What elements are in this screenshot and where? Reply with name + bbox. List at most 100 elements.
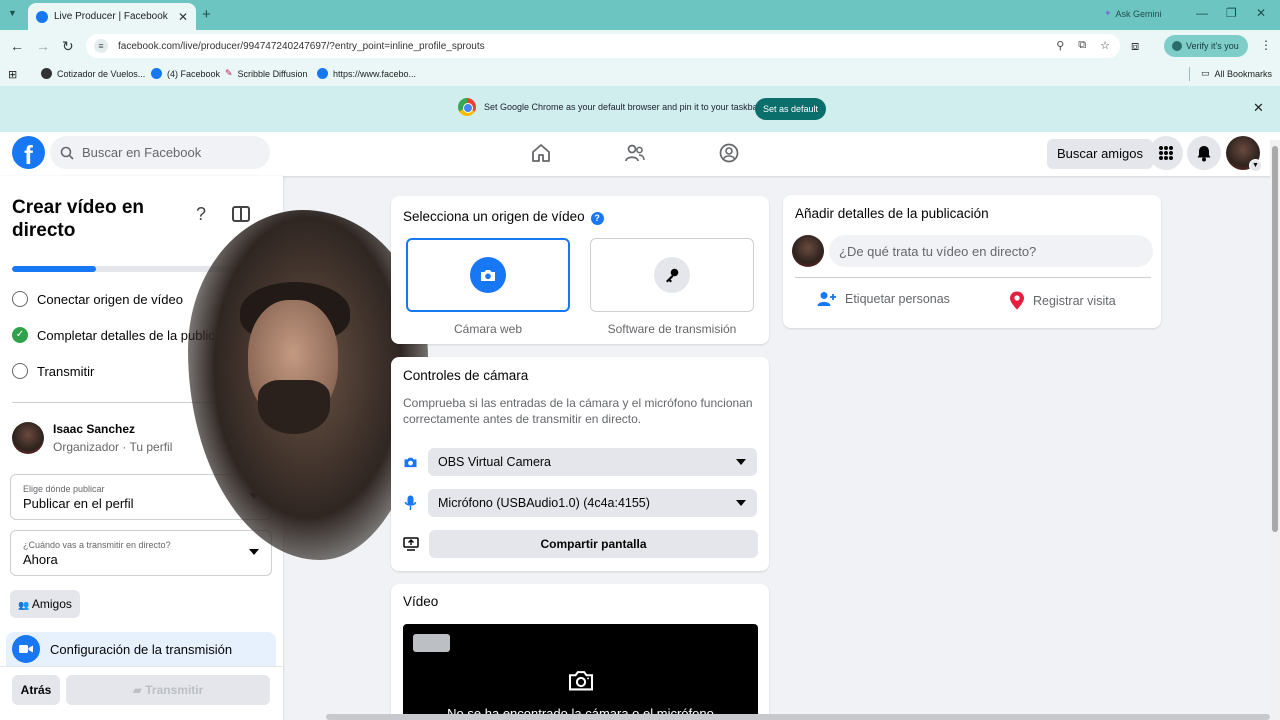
default-browser-infobar: Set Google Chrome as your default browse… xyxy=(0,86,1280,132)
find-friends-button[interactable]: Buscar amigos xyxy=(1047,139,1153,169)
location-pin-icon xyxy=(1010,291,1024,310)
microphone-select[interactable]: Micrófono (USBAudio1.0) (4c4a:4155) xyxy=(428,489,757,517)
tag-people-label: Etiquetar personas xyxy=(845,292,950,306)
install-app-icon[interactable]: ⧉ xyxy=(1078,39,1086,52)
bookmark-item[interactable]: ✎ Scribble Diffusion xyxy=(225,68,307,79)
checkmark-icon: ✓ xyxy=(12,327,28,343)
go-live-button[interactable]: ▰ Transmitir xyxy=(66,675,270,705)
organizer-role: Organizador · Tu perfil xyxy=(53,440,173,454)
browser-menu-icon[interactable]: ⋮ xyxy=(1260,38,1272,52)
help-icon[interactable]: ? xyxy=(590,212,604,225)
camera-outline-icon xyxy=(568,671,594,691)
address-bar[interactable]: ≡ facebook.com/live/producer/99474724024… xyxy=(86,34,1120,58)
friends-icon[interactable] xyxy=(624,142,646,164)
all-bookmarks-button[interactable]: ▭ All Bookmarks xyxy=(1201,68,1272,79)
tab-title: Live Producer | Facebook xyxy=(54,11,168,22)
bookmark-label: https://www.facebo... xyxy=(333,68,417,79)
camera-icon xyxy=(470,257,506,293)
facebook-search[interactable] xyxy=(50,136,270,169)
home-icon[interactable] xyxy=(530,142,552,164)
stream-settings-item[interactable]: Configuración de la transmisión xyxy=(6,632,276,666)
dropdown-caret-icon xyxy=(249,549,259,555)
bell-icon xyxy=(1197,145,1211,161)
page-scrollbar[interactable] xyxy=(1270,140,1280,720)
webcam-beard xyxy=(258,380,330,434)
minimize-icon[interactable]: — xyxy=(1196,6,1208,20)
video-source-title-text: Selecciona un origen de vídeo xyxy=(403,209,585,224)
bookmark-label: Cotizador de Vuelos... xyxy=(57,68,146,79)
maximize-icon[interactable]: ❐ xyxy=(1226,6,1237,20)
site-info-icon[interactable]: ≡ xyxy=(94,39,108,53)
audience-label: Amigos xyxy=(31,597,72,611)
bookmark-favicon-icon xyxy=(41,68,52,79)
share-screen-row: Compartir pantalla xyxy=(403,530,758,558)
horizontal-scrollbar[interactable] xyxy=(326,714,1270,720)
infobar-close-icon[interactable]: ✕ xyxy=(1253,100,1264,116)
tag-people-button[interactable]: Etiquetar personas xyxy=(817,291,950,307)
facebook-favicon-icon xyxy=(151,68,162,79)
zoom-icon[interactable]: ⚲ xyxy=(1056,39,1064,52)
notifications-button[interactable] xyxy=(1187,136,1221,170)
scrollbar-thumb[interactable] xyxy=(1272,146,1278,532)
schedule-select[interactable]: ¿Cuándo vas a transmitir en directo? Aho… xyxy=(10,530,272,576)
menu-button[interactable] xyxy=(1149,136,1183,170)
check-in-button[interactable]: Registrar visita xyxy=(1009,291,1116,310)
camera-controls-title: Controles de cámara xyxy=(403,368,529,383)
ask-gemini-button[interactable]: ✦ Ask Gemini xyxy=(1104,8,1162,19)
tab-close-icon[interactable]: ✕ xyxy=(178,10,188,24)
page-title: Crear vídeo en directo xyxy=(12,197,144,241)
share-screen-button[interactable]: Compartir pantalla xyxy=(429,530,758,558)
new-tab-button[interactable]: + xyxy=(202,6,211,23)
forward-arrow-icon[interactable]: → xyxy=(36,38,50,54)
tab-search-icon[interactable]: ▼ xyxy=(8,8,17,18)
audience-button[interactable]: 👥 Amigos xyxy=(10,590,80,618)
menu-grid-icon xyxy=(1159,146,1173,160)
post-description-input[interactable] xyxy=(829,235,1153,267)
back-arrow-icon[interactable]: ← xyxy=(10,38,24,54)
step-go-live[interactable]: Transmitir xyxy=(12,363,94,379)
bookmark-star-icon[interactable]: ☆ xyxy=(1100,39,1110,52)
extensions-puzzle-icon[interactable]: ⧈ xyxy=(1131,38,1139,54)
apps-grid-icon[interactable]: ⊞ xyxy=(8,68,17,81)
window-close-icon[interactable]: ✕ xyxy=(1256,6,1266,20)
reload-icon[interactable]: ↻ xyxy=(62,38,74,55)
bookmarks-bar: ⊞ Cotizador de Vuelos... (4) Facebook ✎ … xyxy=(0,62,1280,86)
camera-controls-card: Controles de cámara Comprueba si las ent… xyxy=(391,357,769,571)
facebook-logo-icon[interactable]: f xyxy=(12,136,45,169)
tag-people-icon xyxy=(817,292,836,306)
facebook-header: f Buscar amigos ▼ xyxy=(0,132,1280,176)
webcam-option[interactable] xyxy=(406,238,570,312)
folder-icon: ▭ xyxy=(1201,68,1210,78)
chevron-down-icon: ▼ xyxy=(1249,159,1262,172)
dropdown-caret-icon xyxy=(736,500,746,506)
camera-select-row: OBS Virtual Camera xyxy=(403,448,757,476)
bookmark-item[interactable]: (4) Facebook xyxy=(151,68,220,79)
set-default-button[interactable]: Set as default xyxy=(755,98,827,120)
key-icon xyxy=(654,257,690,293)
video-preview-card: Vídeo No se ha encontrado la cámara o el… xyxy=(391,584,769,720)
ask-gemini-label: Ask Gemini xyxy=(1115,8,1162,19)
browser-tab-active[interactable]: Live Producer | Facebook ✕ xyxy=(28,3,196,30)
search-input[interactable] xyxy=(82,145,252,160)
profile-avatar[interactable]: ▼ xyxy=(1226,136,1262,172)
bookmark-label: Scribble Diffusion xyxy=(237,68,308,79)
browser-toolbar: ← → ↻ ≡ facebook.com/live/producer/99474… xyxy=(0,30,1280,62)
facebook-favicon-icon xyxy=(317,68,328,79)
streaming-software-option[interactable] xyxy=(590,238,754,312)
verify-profile-button[interactable]: Verify it's you xyxy=(1164,35,1248,57)
step-label: Transmitir xyxy=(37,363,95,379)
camera-select[interactable]: OBS Virtual Camera xyxy=(428,448,757,476)
groups-icon[interactable] xyxy=(718,142,740,164)
bookmark-item[interactable]: https://www.facebo... xyxy=(317,68,416,79)
bookmark-item[interactable]: Cotizador de Vuelos... xyxy=(41,68,145,79)
webcam-option-label: Cámara web xyxy=(453,322,523,336)
search-icon xyxy=(60,146,74,160)
collapse-panel-icon[interactable] xyxy=(232,206,250,222)
sidebar-footer: Atrás ▰ Transmitir xyxy=(0,666,283,720)
step-connect-source[interactable]: Conectar origen de vídeo xyxy=(12,291,183,307)
go-live-label: Transmitir xyxy=(145,683,204,697)
bookmark-label: (4) Facebook xyxy=(167,68,221,79)
back-button[interactable]: Atrás xyxy=(12,675,60,705)
help-icon[interactable]: ? xyxy=(196,204,206,225)
bookmarks-divider xyxy=(1189,67,1190,81)
